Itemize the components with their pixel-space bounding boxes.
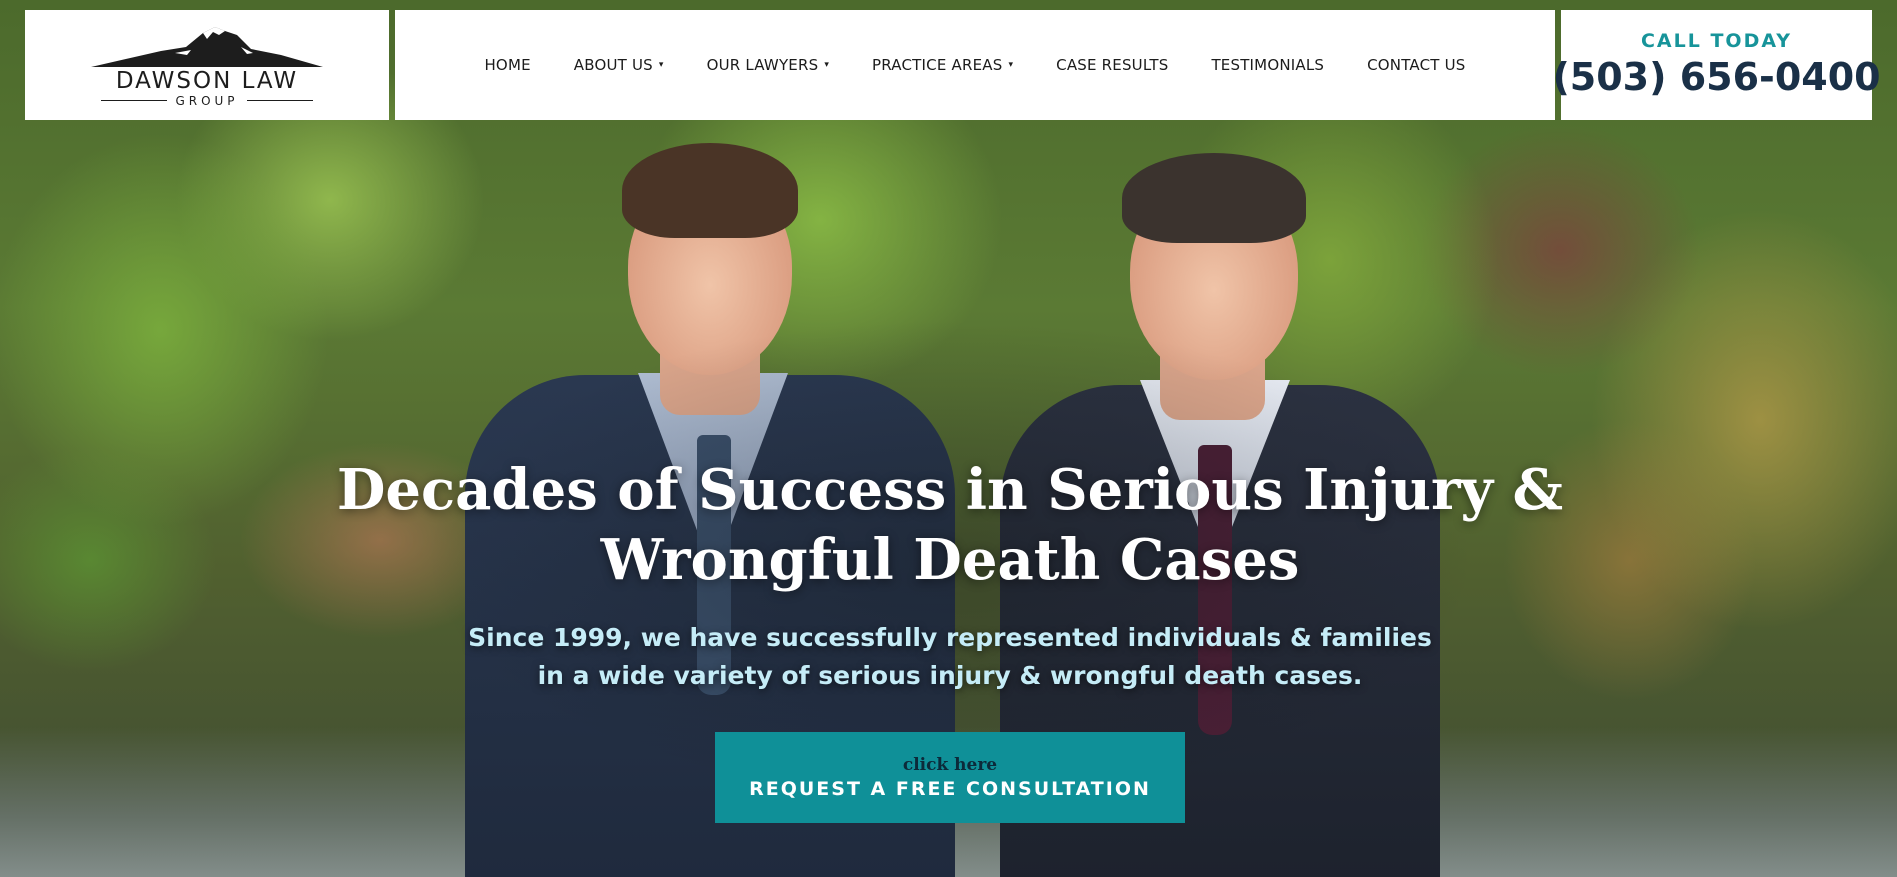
nav-label: TESTIMONIALS bbox=[1211, 56, 1325, 74]
call-today-label: CALL TODAY bbox=[1640, 30, 1792, 52]
call-today-box: CALL TODAY (503) 656-0400 bbox=[1552, 10, 1881, 120]
dropdown-caret-icon: ▾ bbox=[824, 60, 830, 70]
hero-title: Decades of Success in Serious Injury & W… bbox=[320, 455, 1580, 595]
phone-number-link[interactable]: (503) 656-0400 bbox=[1552, 54, 1880, 100]
brand-subtitle-row: GROUP bbox=[101, 93, 313, 108]
dropdown-caret-icon: ▾ bbox=[658, 60, 664, 70]
nav-home[interactable]: HOME bbox=[463, 56, 552, 74]
hero-subtitle-line: Since 1999, we have successfully represe… bbox=[468, 623, 1432, 652]
nav-label: OUR LAWYERS bbox=[706, 56, 819, 74]
main-navigation: HOME ABOUT US ▾ OUR LAWYERS ▾ PRACTICE A… bbox=[395, 10, 1555, 120]
cta-main-label: REQUEST A FREE CONSULTATION bbox=[749, 777, 1151, 800]
hero-title-line: Wrongful Death Cases bbox=[600, 527, 1300, 593]
hero-title-line: Decades of Success in Serious Injury & bbox=[336, 457, 1564, 523]
nav-contact-us[interactable]: CONTACT US bbox=[1346, 56, 1487, 74]
divider bbox=[101, 100, 168, 101]
nav-label: PRACTICE AREAS bbox=[872, 56, 1003, 74]
nav-our-lawyers[interactable]: OUR LAWYERS ▾ bbox=[685, 56, 850, 74]
nav-label: HOME bbox=[484, 56, 531, 74]
hero-subtitle: Since 1999, we have successfully represe… bbox=[420, 619, 1480, 695]
brand-subtitle: GROUP bbox=[175, 93, 239, 108]
nav-case-results[interactable]: CASE RESULTS bbox=[1035, 56, 1190, 74]
nav-practice-areas[interactable]: PRACTICE AREAS ▾ bbox=[851, 56, 1035, 74]
nav-label: CASE RESULTS bbox=[1056, 56, 1169, 74]
nav-label: ABOUT US bbox=[573, 56, 653, 74]
dropdown-caret-icon: ▾ bbox=[1008, 60, 1014, 70]
nav-label: CONTACT US bbox=[1367, 56, 1466, 74]
divider bbox=[246, 100, 313, 101]
brand-name: DAWSON LAW bbox=[115, 67, 299, 94]
site-logo[interactable]: DAWSON LAW GROUP bbox=[25, 10, 389, 120]
nav-about-us[interactable]: ABOUT US ▾ bbox=[552, 56, 685, 74]
cta-small-label: click here bbox=[902, 754, 998, 775]
request-consultation-button[interactable]: click here REQUEST A FREE CONSULTATION bbox=[715, 732, 1185, 823]
hero-subtitle-line: in a wide variety of serious injury & wr… bbox=[537, 661, 1363, 690]
nav-testimonials[interactable]: TESTIMONIALS bbox=[1190, 56, 1346, 74]
mountain-logo-icon bbox=[91, 26, 323, 67]
